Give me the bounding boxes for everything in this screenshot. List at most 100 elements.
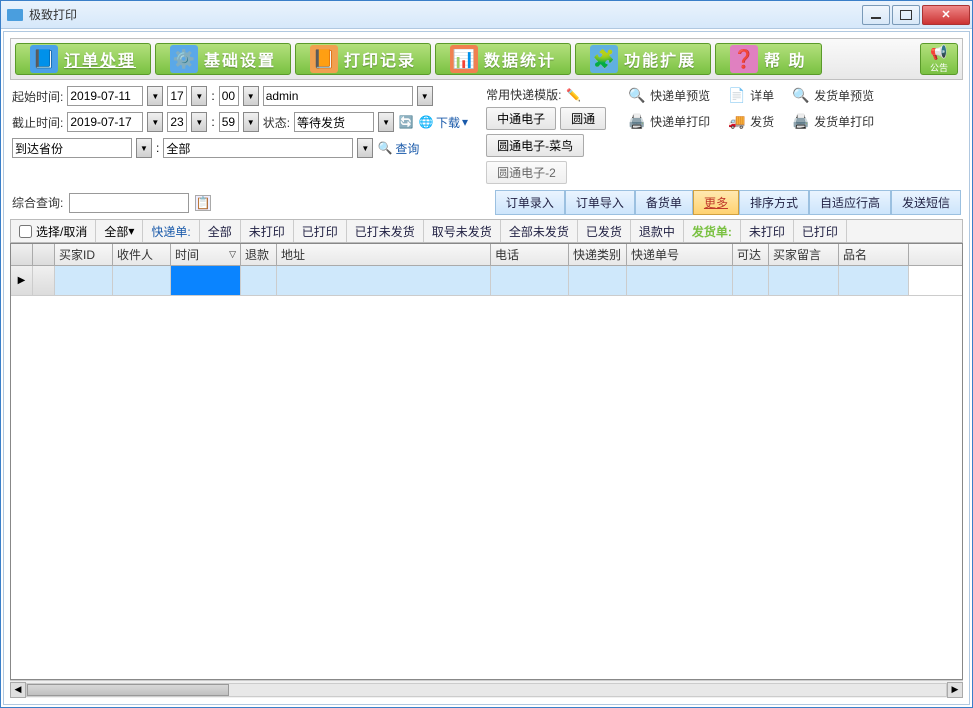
- ship-action[interactable]: 🚚发货: [728, 112, 774, 130]
- filter-tab-printed[interactable]: 已打印: [294, 220, 347, 242]
- help-button[interactable]: ❓ 帮 助: [715, 43, 821, 75]
- close-button[interactable]: [922, 5, 970, 25]
- filter-tab-shipped[interactable]: 已发货: [578, 220, 631, 242]
- dropdown-icon[interactable]: ▼: [191, 112, 207, 132]
- dropdown-icon[interactable]: ▼: [147, 112, 163, 132]
- grid-cell[interactable]: [839, 266, 909, 295]
- column-header[interactable]: 收件人: [113, 244, 171, 265]
- comprehensive-query-input[interactable]: [69, 193, 189, 213]
- print-log-button[interactable]: 📙 打印记录: [295, 43, 431, 75]
- dropdown-icon[interactable]: ▼: [191, 86, 207, 106]
- sort-button[interactable]: 排序方式: [739, 190, 809, 215]
- column-header[interactable]: 时间 ▽: [171, 244, 241, 265]
- column-header[interactable]: 买家留言: [769, 244, 839, 265]
- announce-button[interactable]: 📢 公告: [920, 43, 958, 75]
- data-stats-button[interactable]: 📊 数据统计: [435, 43, 571, 75]
- detail-query-icon[interactable]: 📋: [195, 195, 211, 211]
- grid-cell[interactable]: [769, 266, 839, 295]
- start-hour-input[interactable]: [167, 86, 187, 106]
- order-processing-button[interactable]: 📘 订单处理: [15, 43, 151, 75]
- basic-settings-button[interactable]: ⚙️ 基础设置: [155, 43, 291, 75]
- filter-tab-not-printed[interactable]: 未打印: [241, 220, 294, 242]
- province-all-select[interactable]: [163, 138, 353, 158]
- grid-cell[interactable]: [113, 266, 171, 295]
- stock-button[interactable]: 备货单: [635, 190, 693, 215]
- dropdown-icon[interactable]: ▼: [243, 86, 259, 106]
- truck-icon: 🚚: [728, 112, 746, 130]
- comprehensive-query-label: 综合查询:: [12, 194, 63, 211]
- filter-tab-d-not-printed[interactable]: 未打印: [741, 220, 794, 242]
- grid-body[interactable]: ▶: [11, 266, 962, 679]
- scroll-thumb[interactable]: [27, 684, 229, 696]
- grid-cell[interactable]: [171, 266, 241, 295]
- column-header[interactable]: 地址: [277, 244, 491, 265]
- grid-cell[interactable]: [733, 266, 769, 295]
- start-date-input[interactable]: [67, 86, 143, 106]
- grid-cell[interactable]: [569, 266, 627, 295]
- filter-all-select[interactable]: 全部 ▾: [96, 220, 143, 242]
- province-select[interactable]: [12, 138, 132, 158]
- grid-cell[interactable]: [491, 266, 569, 295]
- filter-tab-all-not-shipped[interactable]: 全部未发货: [501, 220, 578, 242]
- send-sms-button[interactable]: 发送短信: [891, 190, 961, 215]
- template-item[interactable]: 圆通: [560, 107, 606, 130]
- extensions-button[interactable]: 🧩 功能扩展: [575, 43, 711, 75]
- filter-tab-all[interactable]: 全部: [200, 220, 241, 242]
- grid-cell[interactable]: [55, 266, 113, 295]
- column-header[interactable]: 品名: [839, 244, 909, 265]
- grid-cell[interactable]: [277, 266, 491, 295]
- maximize-button[interactable]: [892, 5, 920, 25]
- column-header[interactable]: 退款: [241, 244, 277, 265]
- auto-height-button[interactable]: 自适应行高: [809, 190, 891, 215]
- download-link[interactable]: 🌐下载 ▾: [418, 114, 468, 131]
- template-item[interactable]: 中通电子: [486, 107, 556, 130]
- column-header[interactable]: 电话: [491, 244, 569, 265]
- column-header[interactable]: 可达: [733, 244, 769, 265]
- grid-cell[interactable]: [241, 266, 277, 295]
- main-toolbar: 📘 订单处理 ⚙️ 基础设置 📙 打印记录 📊 数据统计 🧩 功能扩展 ❓: [10, 38, 963, 80]
- dropdown-icon[interactable]: ▼: [243, 112, 259, 132]
- column-header[interactable]: 买家ID: [55, 244, 113, 265]
- scroll-right-arrow[interactable]: ▶: [947, 682, 963, 698]
- column-header[interactable]: 快递类别: [569, 244, 627, 265]
- column-header[interactable]: 快递单号: [627, 244, 733, 265]
- filter-tab-d-printed[interactable]: 已打印: [794, 220, 847, 242]
- minimize-button[interactable]: [862, 5, 890, 25]
- grid-row[interactable]: ▶: [11, 266, 962, 296]
- order-entry-button[interactable]: 订单录入: [495, 190, 565, 215]
- delivery-print-action[interactable]: 🖨️发货单打印: [792, 112, 874, 130]
- detail-action[interactable]: 📄详单: [728, 86, 774, 104]
- filter-tab-refunding[interactable]: 退款中: [631, 220, 684, 242]
- horizontal-scrollbar[interactable]: ◀ ▶: [10, 680, 963, 698]
- filter-tab-printed-not-shipped[interactable]: 已打未发货: [347, 220, 424, 242]
- dropdown-icon[interactable]: ▼: [378, 112, 394, 132]
- select-cancel-checkbox[interactable]: 选择/取消: [11, 220, 96, 242]
- express-preview-action[interactable]: 🔍快递单预览: [628, 86, 710, 104]
- user-input[interactable]: [263, 86, 413, 106]
- doc-icon: 📄: [728, 86, 746, 104]
- order-import-button[interactable]: 订单导入: [565, 190, 635, 215]
- refresh-icon[interactable]: 🔄: [398, 114, 414, 130]
- grid-cell[interactable]: [627, 266, 733, 295]
- edit-icon[interactable]: ✏️: [565, 87, 581, 103]
- delivery-preview-action[interactable]: 🔍发货单预览: [792, 86, 874, 104]
- dropdown-icon[interactable]: ▼: [136, 138, 152, 158]
- row-checkbox[interactable]: [33, 266, 55, 295]
- end-date-input[interactable]: [67, 112, 143, 132]
- start-min-input[interactable]: [219, 86, 239, 106]
- dropdown-icon[interactable]: ▼: [417, 86, 433, 106]
- template-item[interactable]: 圆通电子-菜鸟: [486, 134, 584, 157]
- data-grid[interactable]: 买家ID收件人时间 ▽退款地址电话快递类别快递单号可达买家留言品名 ▶: [10, 243, 963, 680]
- filter-tab-got-no-not-shipped[interactable]: 取号未发货: [424, 220, 501, 242]
- more-button[interactable]: 更多: [693, 190, 739, 215]
- query-link[interactable]: 🔍查询: [377, 140, 419, 157]
- express-print-action[interactable]: 🖨️快递单打印: [628, 112, 710, 130]
- scroll-track[interactable]: [26, 683, 947, 697]
- scroll-left-arrow[interactable]: ◀: [10, 682, 26, 698]
- end-min-input[interactable]: [219, 112, 239, 132]
- end-hour-input[interactable]: [167, 112, 187, 132]
- dropdown-icon[interactable]: ▼: [147, 86, 163, 106]
- dropdown-icon[interactable]: ▼: [357, 138, 373, 158]
- template-item[interactable]: 圆通电子-2: [486, 161, 567, 184]
- status-select[interactable]: [294, 112, 374, 132]
